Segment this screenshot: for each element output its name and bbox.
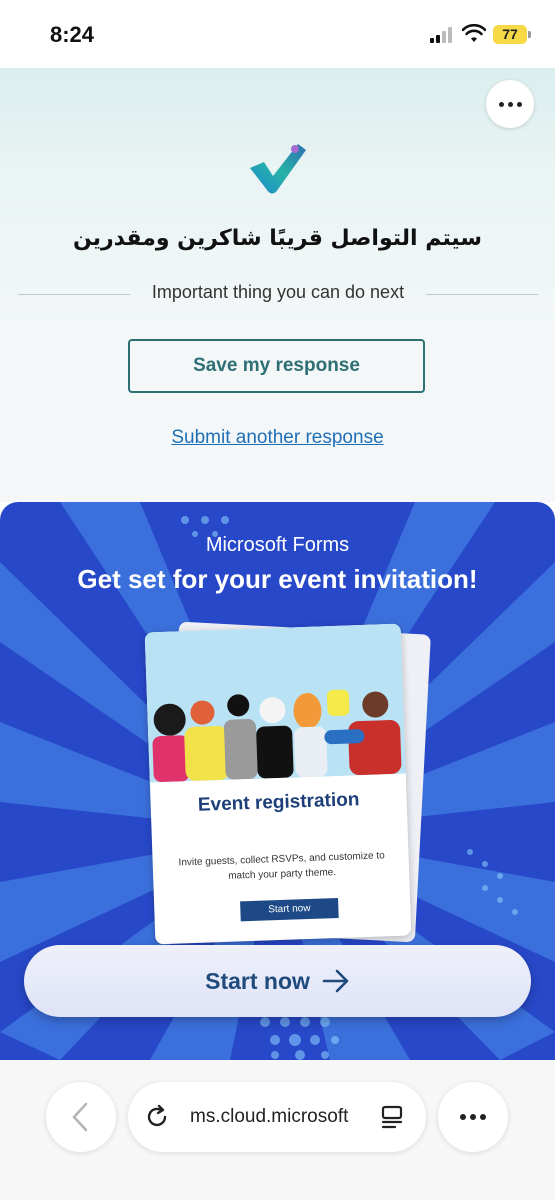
arrow-right-icon (322, 969, 349, 993)
checkmark-icon (250, 144, 306, 194)
submit-another-link[interactable]: Submit another response (0, 427, 555, 449)
status-bar: 8:24 77 (0, 0, 555, 68)
battery-tip (528, 31, 531, 38)
browser-toolbar: ms.cloud.microsoft (0, 1060, 555, 1200)
start-now-label: Start now (205, 967, 310, 994)
next-step-divider: Important thing you can do next (18, 282, 538, 304)
divider-label: Important thing you can do next (151, 282, 405, 302)
clock: 8:24 (50, 22, 95, 47)
back-button[interactable] (46, 1082, 116, 1152)
promo-title: Get set for your event invitation! (77, 564, 478, 594)
thank-you-message: سيتم التواصل قريبًا شاكرين ومقدرين (72, 226, 483, 251)
battery-level: 77 (502, 26, 518, 42)
battery-icon: 77 (493, 25, 527, 44)
card-title: Event registration (197, 789, 360, 816)
card-start-button: Start now (240, 897, 339, 922)
reader-mode-icon[interactable] (380, 1104, 404, 1130)
browser-menu-button[interactable] (438, 1082, 508, 1152)
more-dots-icon (438, 1082, 508, 1152)
save-response-button[interactable]: Save my response (128, 339, 425, 393)
more-dots-icon (486, 80, 534, 128)
more-options-button[interactable] (486, 80, 534, 128)
promo-brand: Microsoft Forms (205, 534, 350, 556)
start-now-button[interactable]: Start now (24, 945, 531, 1017)
wifi-icon (462, 24, 486, 42)
card-description: Invite guests, collect RSVPs, and custom… (178, 850, 385, 882)
address-bar[interactable]: ms.cloud.microsoft (128, 1082, 426, 1152)
chevron-left-icon (72, 1102, 88, 1132)
event-registration-card: Event registration Invite guests, collec… (144, 623, 412, 945)
url-text: ms.cloud.microsoft (190, 1106, 349, 1127)
people-illustration (144, 623, 406, 783)
forms-promo-banner: Microsoft Forms Get set for your event i… (0, 502, 555, 1060)
cellular-signal-icon (430, 27, 456, 43)
reload-icon[interactable] (144, 1104, 170, 1130)
